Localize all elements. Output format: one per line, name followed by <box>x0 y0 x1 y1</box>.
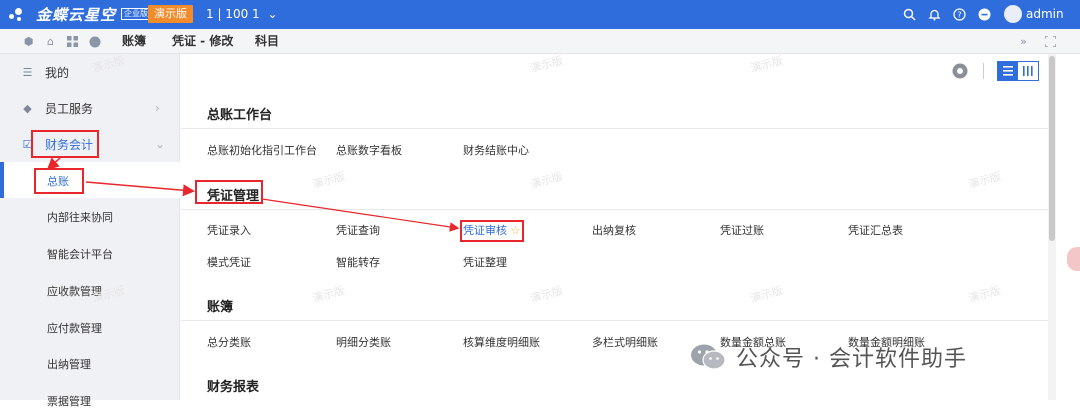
floating-side-button[interactable] <box>1067 247 1080 271</box>
wechat-icon <box>690 343 726 371</box>
wechat-text: 公众号 · 会计软件助手 <box>736 347 967 372</box>
wechat-watermark: 公众号 · 会计软件助手 <box>690 339 1050 375</box>
